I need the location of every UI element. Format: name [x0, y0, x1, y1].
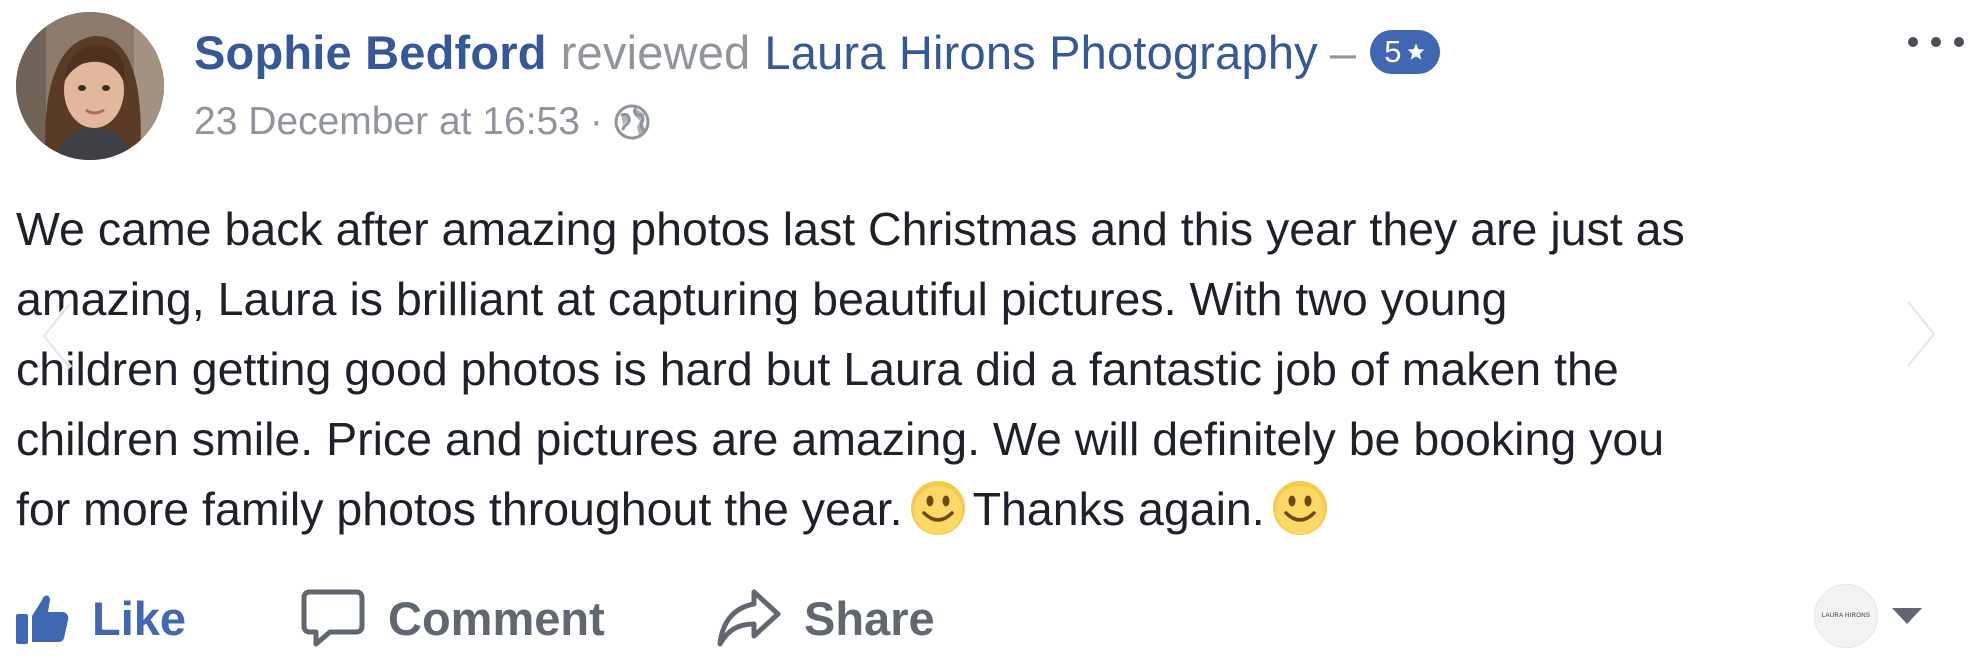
more-dot	[1954, 37, 1964, 47]
timestamp-link[interactable]: 23 December at 16:53	[194, 100, 580, 144]
thumbs-up-icon	[14, 590, 70, 646]
action-bar: Like Comment Share	[0, 578, 1982, 658]
review-line-text: Thanks again.	[972, 483, 1265, 535]
smile-emoji-icon	[1271, 479, 1329, 537]
like-label: Like	[92, 591, 187, 645]
review-line-last: for more family photos throughout the ye…	[16, 474, 1966, 544]
chevron-down-icon	[1892, 608, 1922, 624]
more-dot	[1908, 37, 1918, 47]
meta-separator: ·	[589, 100, 603, 143]
comment-icon	[300, 588, 366, 648]
rating-badge[interactable]: 5	[1370, 30, 1440, 74]
header-separator: –	[1329, 25, 1357, 79]
author-name-link[interactable]: Sophie Bedford	[194, 25, 547, 80]
carousel-next-arrow-icon[interactable]	[1902, 294, 1942, 374]
carousel-prev-arrow-icon[interactable]	[36, 296, 76, 376]
more-options-button[interactable]	[1908, 28, 1964, 56]
like-button[interactable]: Like	[14, 578, 186, 658]
share-label: Share	[804, 591, 935, 645]
review-line: amazing, Laura is brilliant at capturing…	[16, 273, 1508, 325]
smile-emoji-icon	[909, 479, 967, 537]
review-header: Sophie Bedford reviewed Laura Hirons Pho…	[194, 22, 1440, 82]
review-text: We came back after amazing photos last C…	[16, 194, 1966, 544]
review-line-text: for more family photos throughout the ye…	[16, 483, 903, 535]
page-name-link[interactable]: Laura Hirons Photography	[764, 25, 1317, 80]
comment-button[interactable]: Comment	[300, 578, 605, 658]
globe-icon[interactable]	[613, 103, 651, 141]
rating-value: 5	[1384, 34, 1402, 69]
comment-label: Comment	[388, 591, 605, 645]
review-line: children smile. Price and pictures are a…	[16, 413, 1665, 465]
post-meta: 23 December at 16:53 ·	[194, 96, 651, 148]
page-avatar: LAURA HIRONS	[1814, 584, 1878, 648]
more-dot	[1931, 37, 1941, 47]
review-line: We came back after amazing photos last C…	[16, 203, 1685, 255]
share-button[interactable]: Share	[716, 578, 935, 658]
share-arrow-icon	[716, 588, 782, 648]
reviewed-label: reviewed	[560, 25, 751, 79]
page-identity-selector[interactable]: LAURA HIRONS	[1814, 584, 1922, 648]
review-line: children getting good photos is hard but…	[16, 343, 1619, 395]
author-avatar[interactable]	[16, 12, 164, 160]
star-icon	[1406, 34, 1426, 70]
review-post: Sophie Bedford reviewed Laura Hirons Pho…	[0, 0, 1982, 668]
